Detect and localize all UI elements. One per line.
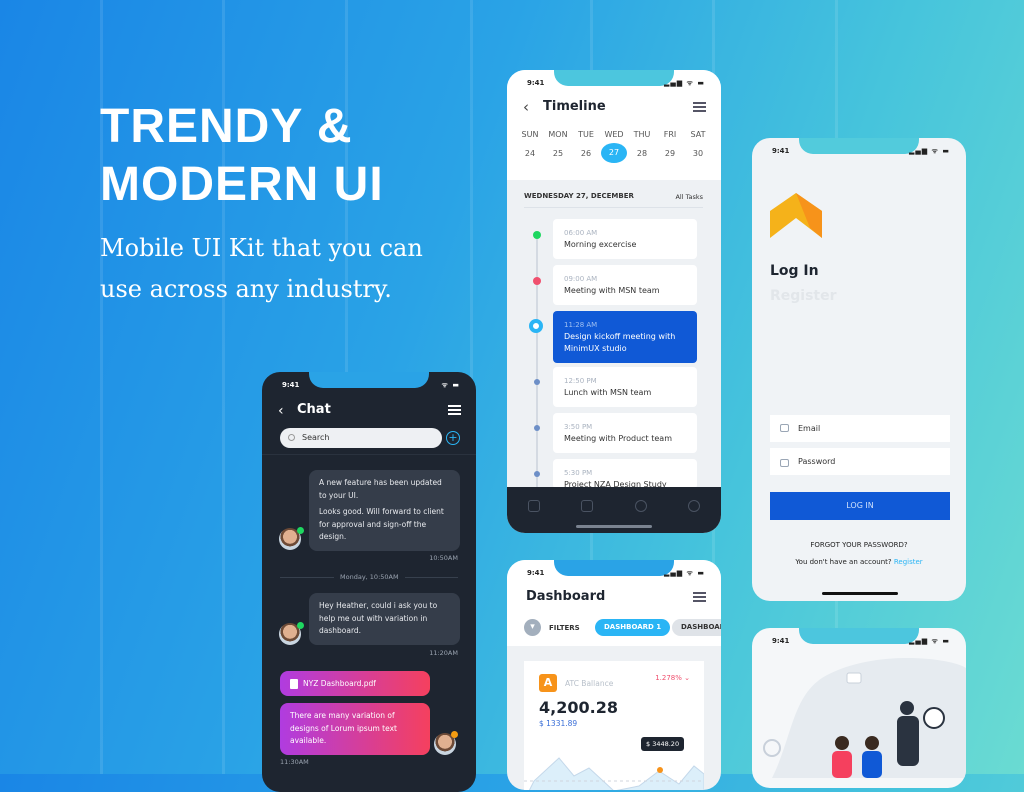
login-button[interactable]: LOG IN bbox=[770, 492, 950, 520]
menu-icon[interactable] bbox=[693, 592, 706, 602]
message-bubble: There are many variation of designs of L… bbox=[280, 703, 430, 755]
date-row: 24 25 26 27 28 29 30 bbox=[517, 143, 711, 163]
all-tasks-link[interactable]: All Tasks bbox=[675, 193, 703, 201]
timeline-dot bbox=[533, 231, 541, 239]
dashboard-screen: 9:41 ▂▄▆ ᯤ ▬ Dashboard ▾ FILTERS DASHBOAR… bbox=[507, 560, 721, 790]
search-icon bbox=[288, 434, 295, 441]
weekday-sat: SAT bbox=[690, 130, 706, 139]
bottom-nav bbox=[507, 487, 721, 533]
balance-value: 4,200.28 bbox=[539, 698, 618, 717]
weekday-wed: WED bbox=[604, 130, 624, 139]
event-card[interactable]: 3:50 PM Meeting with Product team bbox=[553, 413, 697, 453]
timeline-dot bbox=[534, 471, 540, 477]
pdf-icon bbox=[290, 679, 298, 689]
weekday-sun: SUN bbox=[521, 130, 539, 139]
change-percent: 1.278% ⌄ bbox=[655, 674, 690, 682]
weekday-row: SUN MON TUE WED THU FRI SAT bbox=[517, 130, 711, 139]
forgot-password-link[interactable]: FORGOT YOUR PASSWORD? bbox=[752, 541, 966, 549]
team-illustration bbox=[763, 658, 966, 778]
timeline-dot bbox=[533, 277, 541, 285]
pie-chart-icon[interactable] bbox=[634, 500, 647, 512]
event-card[interactable]: 06:00 AM Morning excercise bbox=[553, 219, 697, 259]
calendar-icon[interactable] bbox=[581, 500, 594, 512]
menu-icon[interactable] bbox=[448, 405, 461, 415]
weekday-mon: MON bbox=[548, 130, 568, 139]
page-title: Timeline bbox=[543, 99, 606, 114]
page-title: Dashboard bbox=[526, 589, 606, 604]
page-title: Chat bbox=[297, 402, 331, 417]
date-divider: Monday, 10:50AM bbox=[334, 573, 405, 581]
event-card[interactable]: 5:30 PMProject NZA Design Study with bbox=[553, 459, 697, 489]
home-icon[interactable] bbox=[527, 500, 540, 512]
filter-icon[interactable]: ▾ bbox=[524, 619, 541, 636]
register-tab[interactable]: Register bbox=[770, 288, 837, 304]
lock-icon bbox=[780, 459, 789, 467]
event-card[interactable]: 09:00 AM Meeting with MSN team bbox=[553, 265, 697, 305]
date-30[interactable]: 30 bbox=[685, 149, 711, 163]
timeline-dot bbox=[529, 319, 543, 333]
message-bubble: Hey Heather, could i ask you to help me … bbox=[309, 593, 460, 645]
login-title: Log In bbox=[770, 263, 819, 279]
weekday-tue: TUE bbox=[578, 130, 594, 139]
logo bbox=[770, 193, 822, 238]
date-29[interactable]: 29 bbox=[657, 149, 683, 163]
email-field[interactable]: Email bbox=[770, 415, 950, 442]
chat-screen: 9:41 ᯤ ▬ ‹ Chat Search + A new feature ha… bbox=[262, 372, 476, 792]
date-24[interactable]: 24 bbox=[517, 149, 543, 163]
timeline-dot bbox=[534, 425, 540, 431]
date-27[interactable]: 27 bbox=[601, 143, 627, 163]
date-header: WEDNESDAY 27, DECEMBER bbox=[524, 192, 634, 200]
password-field[interactable]: Password bbox=[770, 448, 950, 475]
hero-title: TRENDY & MODERN UI bbox=[100, 100, 384, 211]
back-icon[interactable]: ‹ bbox=[523, 98, 529, 116]
timeline-dot bbox=[534, 379, 540, 385]
tab-dashboard-1[interactable]: DASHBOARD 1 bbox=[595, 619, 671, 636]
event-card[interactable]: 12:50 PM Lunch with MSN team bbox=[553, 367, 697, 407]
weekday-fri: FRI bbox=[663, 130, 677, 139]
weekday-thu: THU bbox=[633, 130, 651, 139]
date-28[interactable]: 28 bbox=[629, 149, 655, 163]
settings-icon[interactable] bbox=[688, 500, 701, 512]
login-screen: 9:41 ▂▄▆ ᯤ ▬ Log In Register Email Passwo… bbox=[752, 138, 966, 601]
timeline-screen: 9:41 ▂▄▆ ᯤ ▬ ‹ Timeline SUN MON TUE WED THU FR… bbox=[507, 70, 721, 533]
date-25[interactable]: 25 bbox=[545, 149, 571, 163]
filters-label[interactable]: FILTERS bbox=[549, 624, 580, 632]
event-card[interactable]: 11:28 AM Design kickoff meeting with Mini… bbox=[553, 311, 697, 363]
register-link[interactable]: Register bbox=[894, 558, 923, 566]
balance-card: A ATC Ballance 1.278% ⌄ 4,200.28 $ 1331.… bbox=[524, 661, 704, 790]
tooltip: $ 3448.20 bbox=[641, 737, 685, 751]
menu-icon[interactable] bbox=[693, 102, 706, 112]
hero: TRENDY & MODERN UI Mobile UI Kit that you… bbox=[100, 98, 423, 310]
tab-dashboard-2[interactable]: DASHBOARD 2 bbox=[672, 619, 721, 636]
hero-subtitle: Mobile UI Kit that you can use across any… bbox=[100, 234, 423, 303]
add-chat-button[interactable]: + bbox=[446, 431, 460, 445]
search-input[interactable]: Search bbox=[280, 428, 442, 448]
mail-icon bbox=[780, 424, 789, 432]
message-bubble: A new feature has been updated to your U… bbox=[309, 470, 460, 551]
back-icon[interactable]: ‹ bbox=[278, 403, 284, 419]
onboarding-screen: 9:41 ▂▄▆ ᯤ ▬ bbox=[752, 628, 966, 788]
date-26[interactable]: 26 bbox=[573, 149, 599, 163]
file-attachment[interactable]: NYZ Dashboard.pdf bbox=[280, 671, 430, 696]
badge: A bbox=[539, 674, 557, 692]
